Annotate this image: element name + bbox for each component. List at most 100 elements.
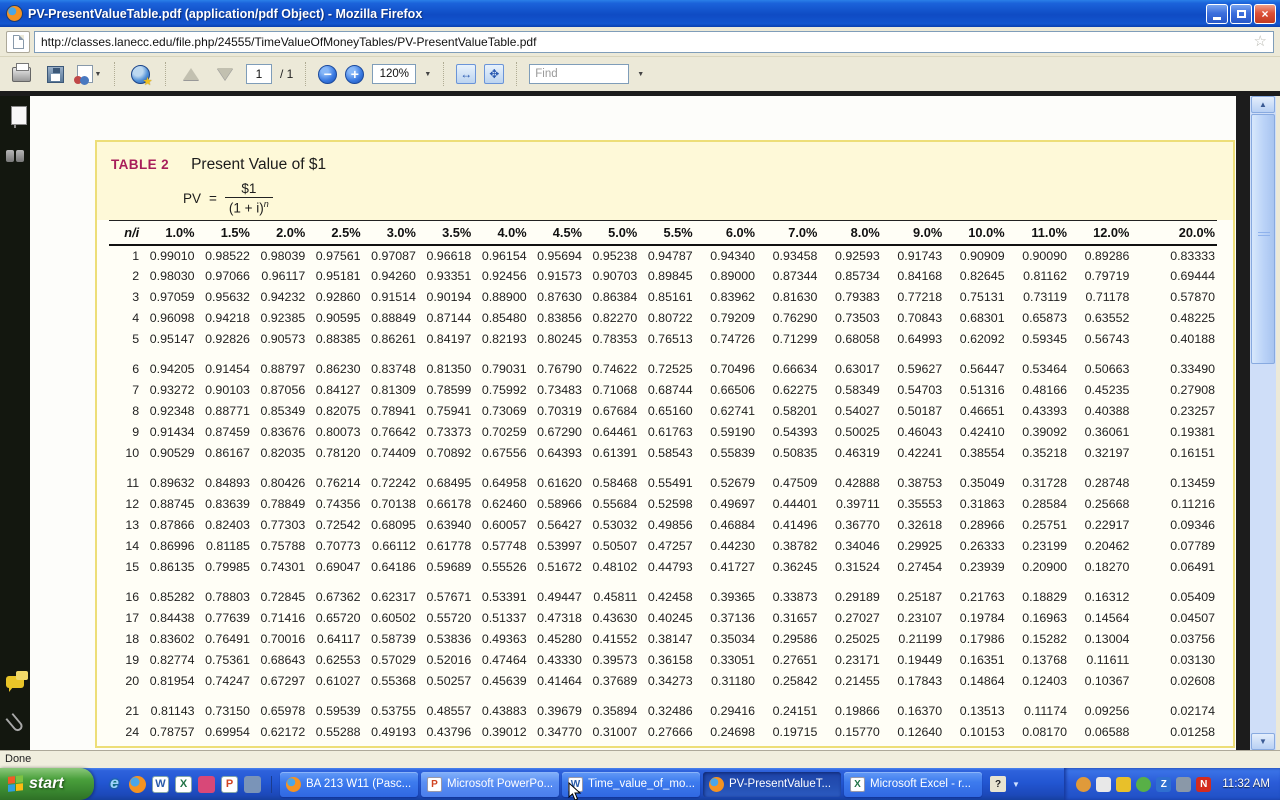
word-quicklaunch-icon[interactable]: W: [152, 776, 169, 793]
minimize-icon: [1213, 17, 1221, 20]
key-quicklaunch-icon[interactable]: [198, 776, 215, 793]
chevron-down-icon[interactable]: ▼: [1012, 780, 1020, 789]
taskbar-task-button[interactable]: PV-PresentValueT...: [703, 772, 841, 797]
table-row: 160.852820.788030.728450.673620.623170.5…: [109, 587, 1217, 608]
zoom-level-select[interactable]: 120%: [372, 64, 416, 84]
pv-cell: 0.71178: [1069, 287, 1131, 308]
page-down-icon: [217, 68, 233, 80]
pv-cell: 0.73373: [418, 422, 473, 443]
pv-cell: 0.64393: [529, 443, 584, 464]
bookmark-star-icon[interactable]: ☆: [1254, 34, 1267, 49]
url-input[interactable]: http://classes.lanecc.edu/file.php/24555…: [34, 31, 1274, 53]
pv-cell: 0.28748: [1069, 473, 1131, 494]
pv-cell: 0.61763: [639, 422, 694, 443]
pages-panel-button[interactable]: [14, 110, 16, 128]
pv-cell: 0.38554: [944, 443, 1006, 464]
messenger-quicklaunch-icon[interactable]: [244, 776, 261, 793]
web-button[interactable]: [127, 61, 153, 87]
scroll-down-icon[interactable]: ▼: [1251, 733, 1275, 750]
address-bar: http://classes.lanecc.edu/file.php/24555…: [0, 27, 1280, 57]
next-page-button[interactable]: [212, 61, 238, 87]
taskbar-task-button[interactable]: PMicrosoft PowerPo...: [421, 772, 559, 797]
update-tray-icon[interactable]: [1136, 777, 1151, 792]
pv-cell: 0.54393: [757, 422, 819, 443]
pv-cell: 0.79985: [197, 557, 252, 578]
pv-cell: 0.99010: [141, 245, 196, 266]
pv-cell: 0.45639: [473, 671, 528, 692]
fit-width-button[interactable]: ↔: [456, 64, 476, 84]
pv-cell: 0.96154: [473, 245, 528, 266]
pv-cell: 0.46651: [944, 401, 1006, 422]
pv-cell: 0.91514: [363, 287, 418, 308]
bookmarks-panel-button[interactable]: [6, 150, 24, 162]
pv-cell: 0.55288: [307, 722, 362, 743]
pv-cell: 0.24698: [695, 722, 757, 743]
pv-cell: 0.31524: [819, 557, 881, 578]
powerpoint-quicklaunch-icon[interactable]: P: [221, 776, 238, 793]
status-text: Done: [5, 753, 31, 765]
restore-button[interactable]: [1230, 4, 1252, 24]
pv-cell: 0.31863: [944, 494, 1006, 515]
zip-tray-icon[interactable]: Z: [1156, 777, 1171, 792]
zoom-out-button[interactable]: −: [318, 65, 337, 84]
pv-cell: 0.74726: [695, 329, 757, 350]
start-button[interactable]: start: [0, 768, 94, 800]
rate-header: 2.5%: [307, 221, 362, 245]
pv-cell: 0.65720: [307, 608, 362, 629]
volume-tray-icon[interactable]: [1076, 777, 1091, 792]
pv-cell: 0.39365: [695, 587, 757, 608]
scrollbar-thumb[interactable]: [1251, 114, 1275, 364]
table-row: 170.844380.776390.714160.657200.605020.5…: [109, 608, 1217, 629]
pv-cell: 0.85349: [252, 401, 307, 422]
attachments-panel-button[interactable]: [5, 713, 24, 733]
page-number-input[interactable]: 1: [246, 64, 272, 84]
zoom-dropdown-caret-icon[interactable]: ▼: [424, 71, 431, 78]
network-tray-icon[interactable]: [1176, 777, 1191, 792]
excel-quicklaunch-icon[interactable]: X: [175, 776, 192, 793]
internet-explorer-quicklaunch-icon[interactable]: e: [106, 776, 123, 793]
rate-header: 8.0%: [819, 221, 881, 245]
pv-cell: 0.86996: [141, 536, 196, 557]
find-input[interactable]: Find: [529, 64, 629, 84]
firefox-quicklaunch-icon[interactable]: [129, 776, 146, 793]
minimize-button[interactable]: [1206, 4, 1228, 24]
pv-cell: 0.35049: [944, 473, 1006, 494]
taskbar-task-button[interactable]: XMicrosoft Excel - r...: [844, 772, 982, 797]
pv-cell: 0.16312: [1069, 587, 1131, 608]
pv-cell: 0.07789: [1131, 536, 1217, 557]
pv-cell: 0.56427: [529, 515, 584, 536]
taskbar-task-button[interactable]: BA 213 W11 (Pasc...: [280, 772, 418, 797]
restore-icon: [1237, 10, 1246, 18]
email-button[interactable]: ▼: [76, 61, 102, 87]
print-button[interactable]: [8, 61, 34, 87]
help-tray-button[interactable]: ?: [990, 776, 1006, 792]
pv-cell: 0.63017: [819, 359, 881, 380]
task-label: Time_value_of_mo...: [588, 778, 694, 790]
save-button[interactable]: [42, 61, 68, 87]
fit-page-button[interactable]: ✥: [484, 64, 504, 84]
paint-tray-icon[interactable]: [1096, 777, 1111, 792]
pv-cell: 0.70843: [882, 308, 944, 329]
pv-cell: 0.67290: [529, 422, 584, 443]
pv-cell: 0.62317: [363, 587, 418, 608]
pv-cell: 0.61391: [584, 443, 639, 464]
scroll-up-icon[interactable]: ▲: [1251, 96, 1275, 113]
zoom-in-button[interactable]: +: [345, 65, 364, 84]
page-edge-shadow: [1236, 96, 1250, 750]
find-dropdown-caret-icon[interactable]: ▼: [637, 71, 644, 78]
close-button[interactable]: ×: [1254, 4, 1276, 24]
pv-cell: 0.12640: [882, 722, 944, 743]
comments-panel-button[interactable]: [6, 676, 24, 688]
table-label: Table 2: [111, 157, 169, 172]
vertical-scrollbar[interactable]: ▲ ▼: [1250, 96, 1276, 750]
pv-cell: 0.91434: [141, 422, 196, 443]
title-bar[interactable]: PV-PresentValueTable.pdf (application/pd…: [0, 0, 1280, 27]
pv-cell: 0.76642: [363, 422, 418, 443]
pv-cell: 0.23199: [1007, 536, 1069, 557]
pv-cell: 0.46043: [882, 422, 944, 443]
norton-tray-icon[interactable]: N: [1196, 777, 1211, 792]
shield-tray-icon[interactable]: [1116, 777, 1131, 792]
taskbar-task-button[interactable]: WTime_value_of_mo...: [562, 772, 700, 797]
site-identity-button[interactable]: [6, 31, 30, 53]
previous-page-button[interactable]: [178, 61, 204, 87]
